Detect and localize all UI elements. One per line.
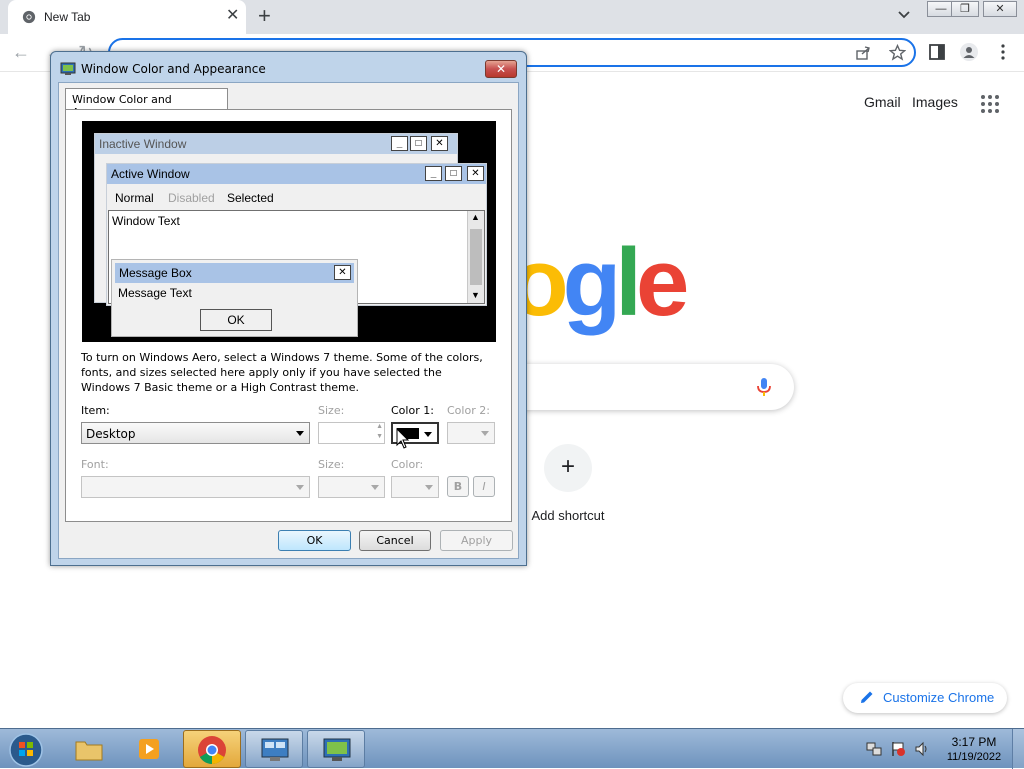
menu-selected: Selected [227,191,274,205]
chrome-icon [22,10,36,24]
dialog-close-button[interactable]: ✕ [485,60,517,78]
control-panel-icon [261,738,289,761]
dialog-title: Window Color and Appearance [81,62,266,76]
windows-start-icon[interactable] [6,732,46,768]
show-desktop-button[interactable] [1012,729,1024,769]
font-color-label: Color: [391,458,424,471]
profile-avatar-icon[interactable] [960,43,978,61]
apply-button[interactable]: Apply [440,530,513,551]
microphone-icon[interactable] [754,376,774,398]
preview-scrollbar: ▲ ▼ [467,211,484,303]
font-label: Font: [81,458,109,471]
font-color-picker[interactable] [391,476,439,498]
tab-panel: Inactive Window _ □ ✕ Active Window _ □ … [65,109,512,522]
chevron-down-icon [425,485,433,490]
close-icon: ✕ [467,166,484,181]
chevron-down-icon [296,485,304,490]
menu-kebab-icon[interactable] [994,43,1012,61]
chevron-down-icon[interactable] [896,6,912,22]
share-icon[interactable] [855,45,871,61]
clock-time[interactable]: 3:17 PM [950,735,998,749]
color2-label: Color 2: [447,404,490,417]
restore-button[interactable]: ❐ [951,1,979,17]
chevron-down-icon [424,432,432,437]
item-dropdown[interactable]: Desktop [81,422,310,444]
google-logo: ogle [510,229,689,336]
item-size-spinner[interactable]: ▲ ▼ [318,422,385,444]
add-shortcut-button[interactable]: + [544,444,592,492]
size-label: Size: [318,404,345,417]
tab-new-tab[interactable]: New Tab ✕ [8,0,246,34]
scroll-thumb [470,229,482,285]
media-player-icon [139,739,159,759]
display-settings-icon [323,738,351,761]
chevron-down-icon [371,485,379,490]
tab-title: New Tab [44,10,91,24]
message-box-title: Message Box [115,263,354,283]
font-size-label: Size: [318,458,345,471]
dialog-body: Window Color and Appearance Inactive Win… [58,82,519,559]
font-size-dropdown[interactable] [318,476,385,498]
images-link[interactable]: Images [912,94,958,110]
spin-up-icon: ▲ [376,423,383,430]
preview-ok-button: OK [200,309,272,331]
mouse-cursor-icon [396,428,410,449]
menu-normal: Normal [115,191,154,205]
apps-grid-icon[interactable] [980,94,1000,114]
network-icon[interactable] [866,741,882,757]
taskbar-control-panel[interactable] [245,730,303,768]
ok-button[interactable]: OK [278,530,351,551]
font-dropdown[interactable] [81,476,310,498]
add-shortcut-label: Add shortcut [531,508,605,523]
scroll-down-icon: ▼ [471,290,480,300]
tab-strip: New Tab ✕ + — ❐ ✕ [0,0,1024,34]
chevron-down-icon [296,431,304,436]
display-settings-icon [60,62,76,75]
minimize-icon: _ [425,166,442,181]
color1-label: Color 1: [391,404,434,417]
taskbar-media-player[interactable] [121,730,179,768]
folder-icon [75,741,103,761]
italic-button[interactable]: I [473,476,495,497]
color2-picker[interactable] [447,422,495,444]
window-text: Window Text [112,214,180,228]
tab-close-icon[interactable]: ✕ [226,7,239,25]
aero-description: To turn on Windows Aero, select a Window… [81,351,483,394]
taskbar: 3:17 PM 11/19/2022 [0,728,1024,769]
maximize-icon: □ [410,136,427,151]
close-icon: ✕ [334,265,351,280]
tab-window-color[interactable]: Window Color and Appearance [65,88,228,119]
back-icon[interactable]: ← [12,42,30,62]
menu-disabled: Disabled [168,191,215,205]
message-text: Message Text [118,286,192,300]
chevron-down-icon [481,431,489,436]
pencil-icon [861,691,873,703]
clock-date[interactable]: 11/19/2022 [942,751,1006,763]
appearance-preview: Inactive Window _ □ ✕ Active Window _ □ … [82,121,496,342]
window-color-appearance-dialog: Window Color and Appearance ✕ Window Col… [50,51,527,566]
window-close-button[interactable]: ✕ [983,1,1017,17]
customize-chrome-button[interactable]: Customize Chrome [843,683,1007,713]
scroll-up-icon: ▲ [471,212,480,222]
gmail-link[interactable]: Gmail [864,94,901,110]
side-panel-icon[interactable] [928,43,946,61]
spin-down-icon: ▼ [376,433,383,440]
new-tab-button[interactable]: + [258,4,271,28]
volume-icon[interactable] [914,741,930,757]
preview-message-box: Message Box ✕ Message Text OK [111,259,358,337]
bookmark-star-icon[interactable] [889,44,906,61]
taskbar-chrome[interactable] [183,730,241,768]
maximize-icon: □ [445,166,462,181]
item-value: Desktop [86,427,136,441]
taskbar-display-settings[interactable] [307,730,365,768]
taskbar-explorer[interactable] [60,730,118,768]
customize-chrome-label: Customize Chrome [883,690,995,705]
bold-button[interactable]: B [447,476,469,497]
item-label: Item: [81,404,110,417]
chrome-icon [198,736,226,764]
action-center-icon[interactable] [890,741,906,757]
cancel-button[interactable]: Cancel [359,530,431,551]
close-icon: ✕ [431,136,448,151]
minimize-icon: _ [391,136,408,151]
